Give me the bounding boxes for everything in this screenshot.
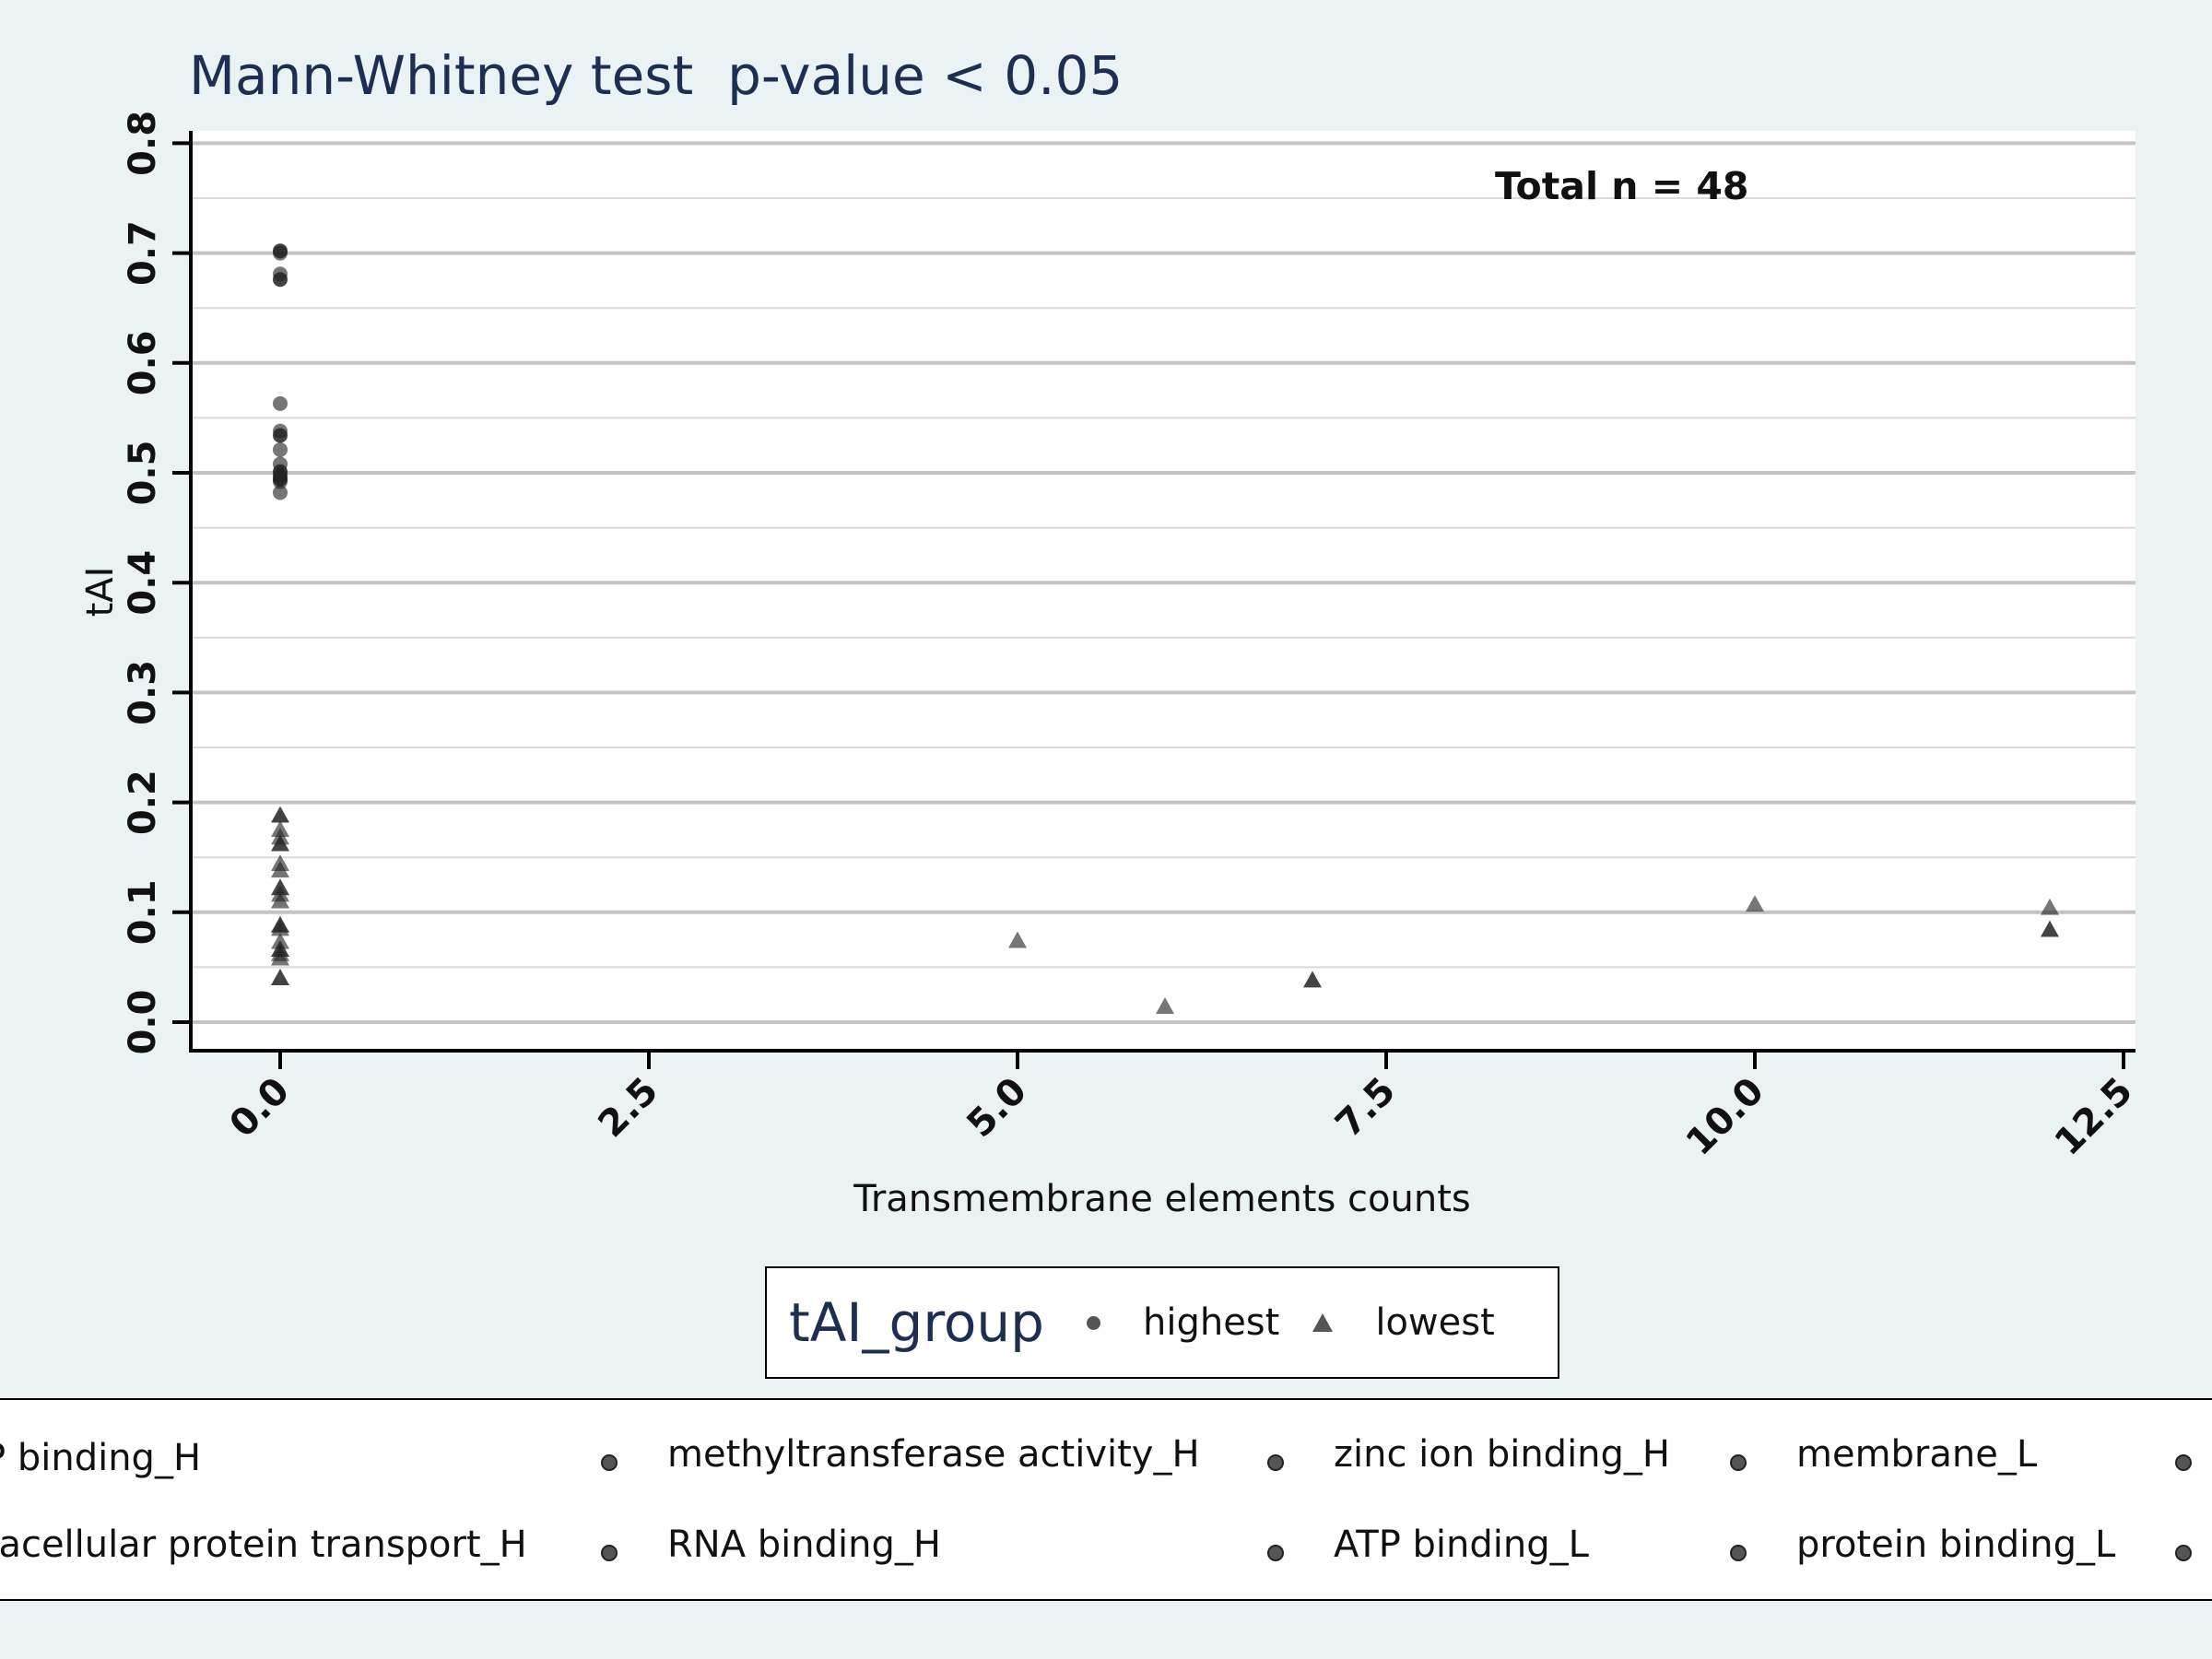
- y-tick-label: 0.4: [122, 550, 164, 616]
- y-tick-label: 0.5: [122, 441, 164, 506]
- y-tick-label: 0.0: [122, 990, 164, 1055]
- x-axis-label: Transmembrane elements counts: [853, 1178, 1470, 1220]
- chart-figure: Mann-Whitney test p-value < 0.05 0.0 2.5 5…: [0, 0, 2212, 1659]
- data-point-highest: [273, 428, 288, 443]
- go-legend-label: RNA binding_H: [667, 1524, 941, 1566]
- go-legend-item: [1730, 1454, 1747, 1471]
- chart-title: Mann-Whitney test p-value < 0.05: [189, 44, 1123, 107]
- go-legend-item: [1267, 1545, 1284, 1561]
- go-legend-label: membrane_L: [1796, 1433, 2038, 1476]
- group-legend: tAI_group highest lowest: [765, 1266, 1559, 1379]
- go-legend-item: [2175, 1545, 2192, 1561]
- y-tick-label: 0.2: [122, 770, 164, 835]
- go-legend-label: ATP binding_L: [1334, 1524, 1589, 1566]
- circle-marker-icon: [1267, 1545, 1284, 1561]
- data-point-highest: [273, 395, 288, 411]
- circle-marker-icon: [601, 1454, 618, 1471]
- circle-marker-icon: [601, 1545, 618, 1561]
- legend-entry-highest: highest: [1086, 1301, 1280, 1344]
- x-axis-ticks: 0.0 2.5 5.0 7.5 10.0 12.5: [221, 1051, 2141, 1164]
- circle-marker-icon: [1730, 1454, 1747, 1471]
- x-tick-label: 7.5: [1327, 1070, 1404, 1147]
- data-point-highest: [273, 441, 288, 457]
- x-tick-label: 10.0: [1678, 1070, 1772, 1164]
- circle-marker-icon: [1086, 1315, 1100, 1330]
- x-tick-label: 2.5: [590, 1070, 666, 1147]
- circle-marker-icon: [1730, 1545, 1747, 1561]
- legend-title: tAI_group: [789, 1291, 1044, 1354]
- legend-entry-lowest: lowest: [1312, 1301, 1495, 1344]
- legend-label-highest: highest: [1142, 1301, 1280, 1344]
- x-tick-label: 12.5: [2047, 1070, 2141, 1164]
- y-tick-label: 0.7: [122, 220, 164, 286]
- go-legend-label: zinc ion binding_H: [1334, 1433, 1670, 1476]
- scatter-plot: Mann-Whitney test p-value < 0.05 0.0 2.5 5…: [79, 44, 2141, 1220]
- x-tick-label: 5.0: [959, 1070, 1035, 1147]
- y-tick-label: 0.8: [122, 111, 164, 176]
- data-point-highest: [273, 245, 288, 261]
- y-axis-ticks: 0.0 0.1 0.2 0.3 0.4 0.5 0.6 0.7 0.8: [122, 111, 191, 1054]
- go-legend-label: methyltransferase activity_H: [667, 1433, 1200, 1476]
- circle-marker-icon: [2175, 1454, 2192, 1471]
- circle-marker-icon: [1267, 1454, 1284, 1471]
- y-tick-label: 0.1: [122, 879, 164, 945]
- go-legend-item: [2175, 1454, 2192, 1471]
- go-legend-item: [1730, 1545, 1747, 1561]
- y-tick-label: 0.3: [122, 660, 164, 725]
- y-tick-label: 0.6: [122, 330, 164, 395]
- go-legend-label: protein binding_L: [1796, 1524, 2116, 1566]
- go-legend-item: [1267, 1454, 1284, 1471]
- legend-label-lowest: lowest: [1375, 1301, 1495, 1344]
- circle-marker-icon: [2175, 1545, 2192, 1561]
- annotation-total-n: Total n = 48: [1495, 164, 1748, 208]
- data-point-highest: [273, 485, 288, 500]
- data-point-highest: [273, 272, 288, 288]
- go-legend-label: racellular protein transport_H: [0, 1524, 527, 1566]
- go-term-legend: P binding_H methyltransferase activity_H…: [0, 1398, 2212, 1601]
- go-legend-label: P binding_H: [0, 1437, 202, 1479]
- y-axis-label: tAI: [79, 567, 122, 618]
- triangle-marker-icon: [1312, 1313, 1334, 1332]
- go-legend-item: [601, 1545, 618, 1561]
- x-tick-label: 0.0: [221, 1070, 298, 1147]
- go-legend-item: [601, 1454, 618, 1471]
